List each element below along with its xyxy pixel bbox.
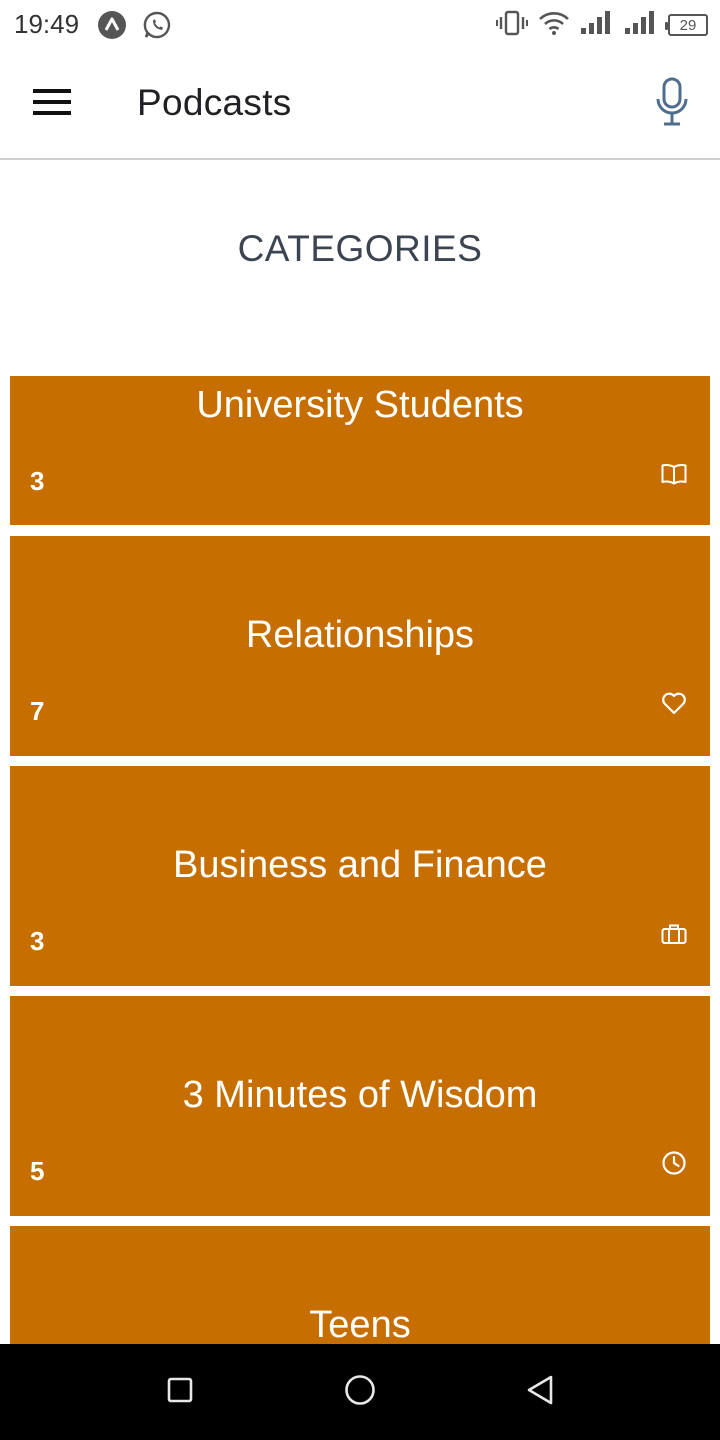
home-icon: [344, 1374, 376, 1411]
back-button[interactable]: [516, 1368, 564, 1416]
category-card-3-minutes-of-wisdom[interactable]: 3 Minutes of Wisdom 5: [10, 996, 710, 1216]
briefcase-icon: [660, 920, 688, 948]
category-count: 3: [30, 926, 45, 956]
hamburger-menu-icon: [33, 88, 71, 121]
status-time: 19:49: [14, 9, 80, 39]
vibrate-icon: [496, 10, 528, 41]
whatsapp-icon: [142, 10, 172, 40]
launcher-a-icon: [97, 10, 127, 40]
app-bar: Podcasts: [0, 50, 720, 160]
category-count: 3: [30, 466, 45, 496]
category-card-teens[interactable]: Teens: [10, 1226, 710, 1344]
voice-search-button[interactable]: [640, 72, 704, 136]
signal-icon: [624, 10, 658, 40]
category-count: 5: [30, 1156, 45, 1186]
category-card-business-and-finance[interactable]: Business and Finance 3: [10, 766, 710, 986]
book-icon: [660, 460, 688, 488]
category-title: 3 Minutes of Wisdom: [182, 1074, 538, 1116]
category-title: University Students: [196, 384, 524, 426]
category-title: Business and Finance: [173, 844, 547, 886]
status-bar: 19:49 29: [0, 0, 720, 50]
clock-icon: [660, 1149, 688, 1177]
back-icon: [525, 1374, 555, 1411]
signal-icon: [580, 10, 614, 40]
wifi-icon: [538, 10, 570, 41]
recent-apps-button[interactable]: [156, 1368, 204, 1416]
heart-icon: [660, 689, 688, 717]
recent-apps-icon: [167, 1377, 193, 1408]
category-title: Teens: [309, 1304, 411, 1344]
battery-icon: 29: [665, 14, 708, 36]
menu-button[interactable]: [22, 74, 82, 134]
section-title: CATEGORIES: [237, 228, 483, 269]
category-card-relationships[interactable]: Relationships 7: [10, 536, 710, 756]
status-icons: 29: [496, 10, 708, 40]
home-button[interactable]: [336, 1368, 384, 1416]
category-title: Relationships: [245, 614, 475, 656]
battery-level: 29: [679, 16, 697, 34]
page-title: Podcasts: [137, 82, 292, 123]
category-card-university-students[interactable]: University Students 3: [10, 376, 710, 525]
microphone-icon: [655, 77, 689, 132]
category-count: 7: [30, 696, 45, 726]
system-nav-bar: [0, 1344, 720, 1440]
